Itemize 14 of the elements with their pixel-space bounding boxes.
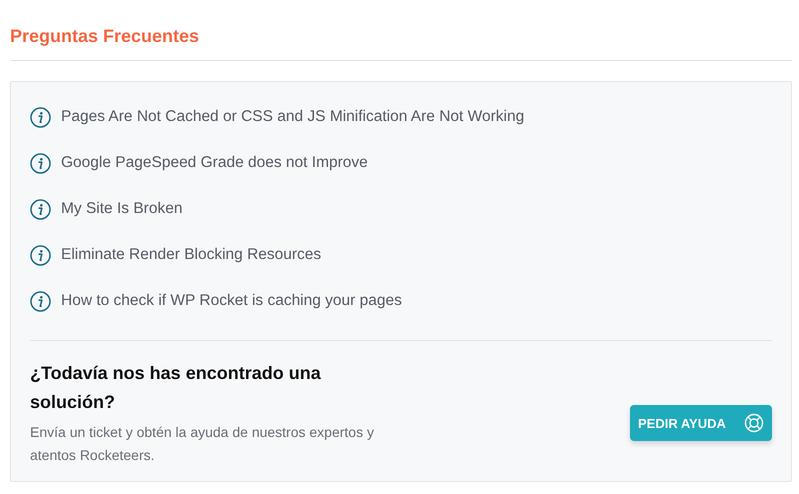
info-icon bbox=[30, 106, 51, 128]
info-icon bbox=[30, 290, 51, 312]
faq-link[interactable]: Pages Are Not Cached or CSS and JS Minification Are Not Working bbox=[61, 108, 524, 126]
faq-link[interactable]: How to check if WP Rocket is caching your pages bbox=[61, 292, 402, 310]
lifebuoy-icon bbox=[744, 413, 764, 433]
info-icon bbox=[30, 198, 51, 220]
info-icon bbox=[30, 152, 51, 174]
faq-link[interactable]: Google PageSpeed Grade does not Improve bbox=[61, 154, 368, 172]
help-description: Envía un ticket y obtén la ayuda de nuestros expertos y atentos Rocketeers. bbox=[30, 423, 375, 465]
section-title: Preguntas Frecuentes bbox=[10, 25, 200, 48]
help-title: ¿Todavía nos has encontrado una solución? bbox=[30, 362, 322, 414]
faq-link[interactable]: Eliminate Render Blocking Resources bbox=[61, 246, 322, 264]
faq-link[interactable]: My Site Is Broken bbox=[61, 200, 182, 218]
info-icon bbox=[30, 244, 51, 266]
